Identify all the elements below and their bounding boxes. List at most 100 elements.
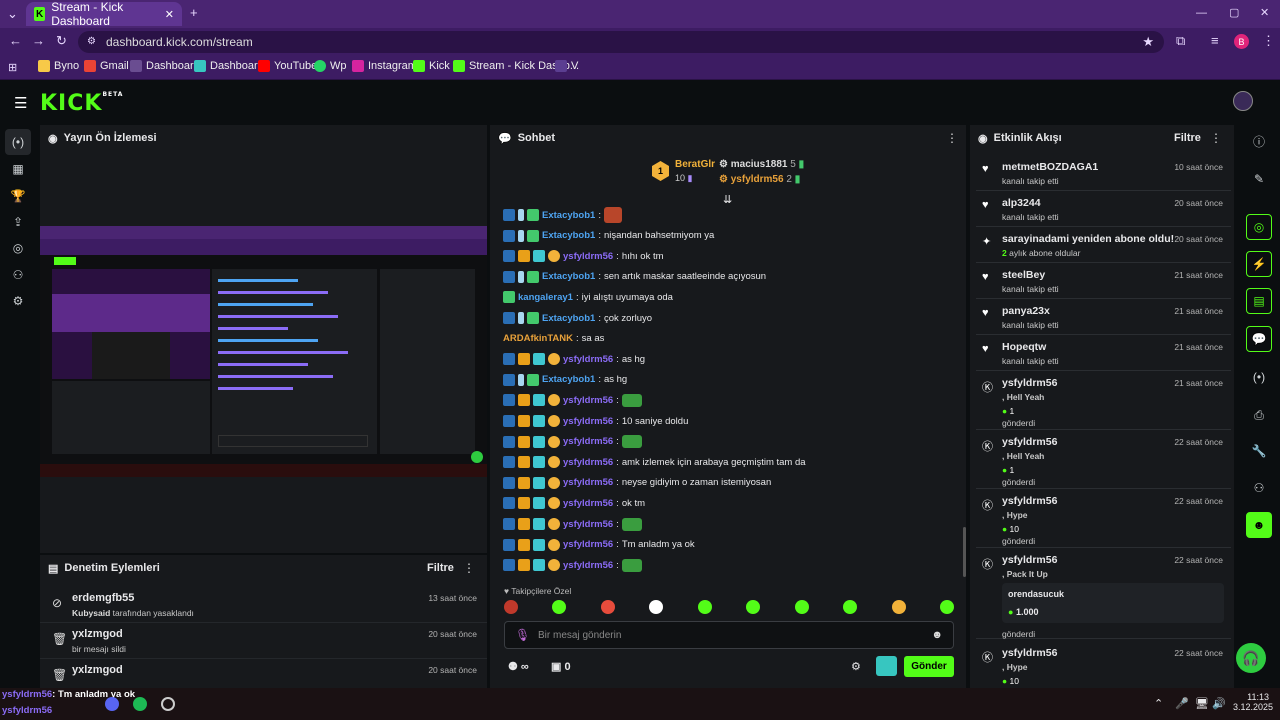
spotify-icon[interactable] [133, 697, 147, 711]
bot-widget-icon[interactable]: ☻ [1246, 512, 1272, 538]
tray-expand-icon[interactable]: ⌃ [1154, 697, 1163, 710]
back-icon[interactable]: ← [9, 34, 22, 48]
quick-emote-icon[interactable] [891, 600, 906, 614]
chat-username[interactable]: ysfyldrm56 [563, 251, 613, 262]
chat-message[interactable]: ysfyldrm56: [503, 433, 642, 451]
chat-message[interactable]: ysfyldrm56: as hg [503, 350, 645, 368]
chat-username[interactable]: Extacybob1 [542, 210, 595, 221]
moderation-item[interactable]: 🗑 yxlzmgod bir mesajı sildi 20 saat önce [40, 623, 487, 659]
maximize-icon[interactable]: ▢ [1229, 6, 1239, 20]
chat-message[interactable]: kangaleray1: iyi alıştı uyumaya oda [503, 288, 673, 306]
network-icon[interactable]: 🖥 [1195, 697, 1209, 710]
volume-icon[interactable]: 🔊 [1212, 697, 1226, 710]
gifter-row[interactable]: ⚙ ysfyldrm56 2 ▮ [719, 174, 800, 185]
broadcast-icon[interactable]: (•) [1246, 364, 1272, 390]
share-icon[interactable]: ⚇ [1246, 475, 1272, 501]
chat-input[interactable]: 🎙 Bir mesaj gönderin ☻ [504, 621, 954, 649]
chat-message[interactable]: ysfyldrm56:10 saniye doldu [503, 412, 688, 430]
moderation-menu-icon[interactable]: ⋮ [463, 561, 475, 575]
chat-username[interactable]: Extacybob1 [542, 313, 595, 324]
chat-message[interactable]: ysfyldrm56: [503, 515, 642, 533]
url-bar[interactable]: ⚙ dashboard.kick.com/stream ★ [78, 31, 1164, 53]
bookmark-gmail[interactable]: Gmail [84, 60, 129, 72]
quick-emote-icon[interactable] [794, 600, 809, 614]
quick-emote-icon[interactable] [600, 600, 615, 614]
chat-username[interactable]: ysfyldrm56 [563, 395, 613, 406]
chat-username[interactable]: ysfyldrm56 [563, 477, 613, 488]
bookmark-wp[interactable]: Wp [314, 60, 347, 72]
scroll-down-icon[interactable]: ⇊ [723, 193, 732, 206]
chat-message[interactable]: ysfyldrm56: [503, 556, 642, 574]
activity-menu-icon[interactable]: ⋮ [1210, 131, 1222, 145]
community-nav-icon[interactable]: ⚇ [5, 262, 31, 288]
hamburger-menu-icon[interactable]: ☰ [14, 94, 27, 112]
emoji-icon[interactable]: ☻ [931, 629, 943, 641]
chat-message[interactable]: ysfyldrm56: neyse gidiyim o zaman istemiy… [503, 474, 771, 492]
browser-menu-icon[interactable]: ⋮ [1262, 34, 1275, 48]
activity-item[interactable]: Ⓚysfyldrm56 22 saat önce , Hell Yeah ● 1 gön… [976, 430, 1231, 489]
reload-icon[interactable]: ↻ [56, 34, 67, 48]
quick-emote-icon[interactable] [697, 600, 712, 614]
quick-emote-icon[interactable] [939, 600, 954, 614]
chat-message[interactable]: Extacybob1: sen artık maskar saatleeinde … [503, 268, 766, 286]
top-gifter-name[interactable]: BeratGlr [675, 159, 715, 170]
mic-icon[interactable]: 🎙 [515, 628, 530, 642]
quick-emote-icon[interactable] [746, 600, 761, 614]
new-tab-icon[interactable]: + [190, 6, 198, 20]
activity-item[interactable]: ♥ alp3244 20 saat önce kanalı takip etti [976, 191, 1231, 227]
trophy-nav-icon[interactable]: 🏆 [5, 183, 31, 209]
chat-message[interactable]: ysfyldrm56: Tm anladm ya ok [503, 536, 695, 554]
activity-item[interactable]: Ⓚysfyldrm56 22 saat önce , Pack It Up orend… [976, 548, 1231, 639]
quick-emote-icon[interactable] [504, 600, 518, 614]
chat-username[interactable]: ysfyldrm56 [563, 560, 613, 571]
gifter-row[interactable]: ⚙ macius1881 5 ▮ [719, 159, 804, 170]
chat-menu-icon[interactable]: ⋮ [946, 131, 958, 145]
notes-widget-icon[interactable]: ▤ [1246, 288, 1272, 314]
channel-points[interactable]: ⚉ ∞ [508, 660, 529, 673]
analytics-nav-icon[interactable]: ▦ [5, 156, 31, 182]
user-avatar[interactable] [1233, 91, 1253, 111]
activity-item[interactable]: ♥ metmetBOZDAGA1 10 saat önce kanalı takip … [976, 155, 1231, 191]
emote-picker-icon[interactable] [876, 656, 897, 676]
chat-username[interactable]: ysfyldrm56 [563, 457, 613, 468]
bookmark-dashboard-1[interactable]: Dashboard [130, 60, 200, 72]
close-window-icon[interactable]: ✕ [1260, 6, 1269, 20]
chat-message[interactable]: ysfyldrm56: [503, 391, 642, 409]
bookmark-dashboard-2[interactable]: Dashboard [194, 60, 264, 72]
chat-message[interactable]: Extacybob1: nişandan bahsetmiyom ya [503, 227, 714, 245]
activity-item[interactable]: ✦ sarayinadami yeniden abone oldu! 20 saat… [976, 227, 1231, 263]
chat-username[interactable]: ysfyldrm56 [563, 354, 613, 365]
camera-nav-icon[interactable]: ◎ [5, 235, 31, 261]
activity-item[interactable]: ♥ panya23x 21 saat önce kanalı takip etti [976, 299, 1231, 335]
extensions-icon[interactable]: ⧉ [1176, 34, 1185, 48]
tab-close-icon[interactable]: ✕ [165, 8, 174, 21]
tab-search-icon[interactable]: ⌄ [7, 7, 18, 21]
chat-message[interactable]: ysfyldrm56: amk izlemek için arabaya geçm… [503, 453, 806, 471]
activity-item[interactable]: Ⓚysfyldrm56 21 saat önce , Hell Yeah ● 1 gön… [976, 371, 1231, 430]
mic-tray-icon[interactable]: 🎤 [1175, 697, 1189, 710]
activity-item[interactable]: ♥ Hopeqtw 21 saat önce kanalı takip etti [976, 335, 1231, 371]
stream-preview-video[interactable] [40, 226, 487, 477]
edit-icon[interactable]: ✎ [1246, 166, 1272, 192]
activity-filter-button[interactable]: Filtre [1174, 132, 1201, 144]
activity-item[interactable]: Ⓚysfyldrm56 22 saat önce , Hype ● 10 gönderd… [976, 489, 1231, 548]
bookmark-v[interactable]: V [555, 60, 578, 72]
camera-widget-icon[interactable]: ◎ [1246, 214, 1272, 240]
activity-item[interactable]: Ⓚysfyldrm56 22 saat önce , Hype ● 10 [976, 641, 1231, 685]
chat-widget-icon[interactable]: 💬 [1246, 326, 1272, 352]
upload-nav-icon[interactable]: ⇪ [5, 209, 31, 235]
browser-tab[interactable]: K Stream - Kick Dashboard ✕ [26, 0, 182, 28]
wrench-icon[interactable]: 🔧 [1246, 438, 1272, 464]
quick-emote-icon[interactable] [552, 600, 567, 614]
moderation-item[interactable]: ⊘ erdemgfb55 Kubysaid tarafından yasakla… [40, 587, 487, 623]
chat-username[interactable]: ysfyldrm56 [563, 519, 613, 530]
info-icon[interactable]: ⓘ [1246, 128, 1272, 154]
chat-message[interactable]: ysfyldrm56: hıhı ok tm [503, 247, 664, 265]
store-counter[interactable]: ▣ 0 [551, 660, 571, 673]
minimize-icon[interactable]: — [1196, 6, 1207, 20]
clock[interactable]: 11:13 3.12.2025 [1233, 692, 1273, 712]
print-icon[interactable]: ⎙ [1246, 402, 1272, 428]
forward-icon[interactable]: → [32, 34, 45, 48]
moderation-filter-button[interactable]: Filtre [427, 562, 454, 574]
chat-username[interactable]: Extacybob1 [542, 374, 595, 385]
